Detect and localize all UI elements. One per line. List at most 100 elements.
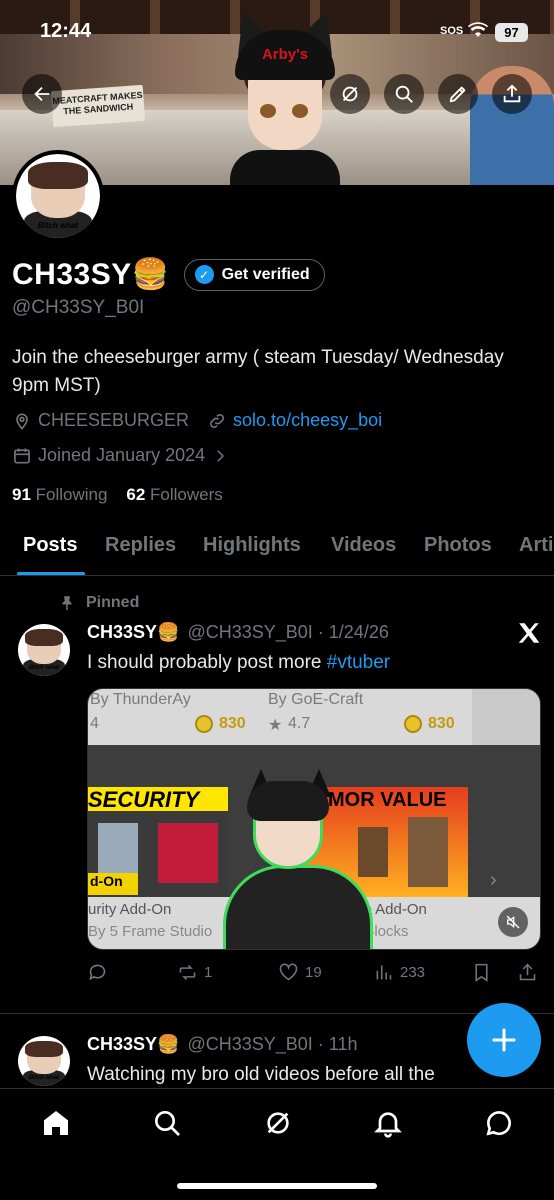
- media-right-rating: 4.7: [288, 715, 311, 732]
- views-icon: [376, 965, 392, 980]
- mute-icon: [506, 915, 520, 929]
- nav-grok[interactable]: [262, 1107, 294, 1139]
- home-icon: [44, 1111, 68, 1135]
- tab-replies[interactable]: Replies: [105, 534, 176, 557]
- status-sos: SOS: [440, 25, 464, 37]
- grok-button[interactable]: [330, 74, 370, 114]
- media-left-rating: 4: [90, 715, 99, 732]
- pinned-indicator: Pinned: [58, 594, 139, 612]
- edit-button[interactable]: [438, 74, 478, 114]
- chevron-right-icon: [217, 449, 225, 462]
- back-button[interactable]: [22, 74, 62, 114]
- post-header: CH33SY🍔 @CH33SY_B0I · 1/24/26: [87, 622, 389, 643]
- view-count: 233: [400, 964, 426, 981]
- avatar-caption: Bitch what: [37, 220, 79, 230]
- coin-icon: [404, 715, 422, 733]
- media-left-price: 830: [219, 715, 246, 732]
- post-avatar[interactable]: Bitch what: [18, 1036, 70, 1086]
- repost-count: 1: [204, 964, 213, 981]
- reply-icon: [89, 964, 106, 981]
- profile-handle: @CH33SY_B0I: [12, 297, 145, 318]
- battery-indicator: 97: [495, 23, 528, 42]
- post-media[interactable]: By ThunderAy 4 830 By GoE-Craft ★ 4.7 83…: [87, 688, 541, 950]
- verified-check-icon: ✓: [194, 265, 214, 284]
- post-author-name[interactable]: CH33SY🍔: [87, 1034, 179, 1055]
- x-logo-icon: [518, 623, 540, 643]
- pinned-label: Pinned: [86, 594, 140, 611]
- profile-tabs: Posts Replies Highlights Videos Photos A…: [0, 520, 554, 576]
- media-side-panel: [472, 689, 540, 745]
- media-vtuber-figure: [223, 769, 373, 949]
- grok-icon: [342, 86, 358, 102]
- nav-home[interactable]: [40, 1107, 72, 1139]
- get-verified-label: Get verified: [221, 265, 310, 283]
- post-author-name[interactable]: CH33SY🍔: [87, 622, 179, 643]
- tab-photos[interactable]: Photos: [424, 534, 492, 557]
- reply-button[interactable]: [87, 962, 108, 983]
- profile-bio: Join the cheeseburger army ( steam Tuesd…: [12, 347, 504, 396]
- profile-avatar[interactable]: Bitch what: [12, 150, 104, 242]
- post-text: I should probably post more #vtuber: [87, 652, 391, 673]
- joined-row[interactable]: Joined January 2024: [12, 445, 229, 466]
- pencil-icon: [449, 86, 466, 103]
- repost-button[interactable]: 1: [177, 962, 212, 983]
- status-time: 12:44: [40, 20, 92, 42]
- post-actions: 1 19 233: [87, 962, 541, 988]
- nav-notifications[interactable]: [372, 1107, 404, 1139]
- media-right-price: 830: [428, 715, 455, 732]
- name-row: CH33SY🍔 ✓ Get verified: [12, 257, 325, 292]
- followers-link[interactable]: 62 Followers: [126, 485, 222, 504]
- share-button[interactable]: [492, 74, 532, 114]
- share-post-button[interactable]: [517, 962, 538, 983]
- bell-icon: [374, 1112, 402, 1138]
- tab-articles[interactable]: Arti: [519, 534, 553, 557]
- link-icon: [210, 413, 224, 428]
- search-button[interactable]: [384, 74, 424, 114]
- bookmark-button[interactable]: [471, 962, 492, 983]
- tab-posts[interactable]: Posts: [23, 534, 77, 557]
- post-meta: @CH33SY_B0I · 11h: [187, 1034, 358, 1054]
- nav-messages[interactable]: [483, 1107, 515, 1139]
- search-icon: [395, 85, 413, 103]
- bookmark-icon: [475, 963, 488, 982]
- post-meta: @CH33SY_B0I · 1/24/26: [187, 622, 389, 642]
- pin-icon: [62, 596, 72, 611]
- profile-meta: CHEESEBURGER solo.to/cheesy_boi: [12, 410, 382, 431]
- home-indicator: [177, 1183, 377, 1189]
- media-right-author: By GoE-Craft: [268, 691, 364, 708]
- mute-button[interactable]: [498, 907, 528, 937]
- heart-icon: [279, 963, 298, 981]
- location-icon: [16, 413, 28, 430]
- coin-icon: [195, 715, 213, 733]
- media-next-icon[interactable]: ›: [490, 869, 497, 892]
- tab-videos[interactable]: Videos: [331, 534, 396, 557]
- grok-icon: [267, 1112, 289, 1134]
- post-avatar[interactable]: Bitch what: [18, 624, 70, 676]
- chat-icon: [486, 1111, 511, 1136]
- share-icon: [503, 84, 521, 103]
- media-left-title: urity Add-On: [88, 901, 172, 918]
- tab-highlights[interactable]: Highlights: [203, 534, 301, 557]
- nav-search[interactable]: [151, 1107, 183, 1139]
- hashtag-link[interactable]: #vtuber: [327, 652, 390, 673]
- get-verified-button[interactable]: ✓ Get verified: [183, 258, 325, 291]
- post-divider: [0, 1013, 554, 1014]
- profile-joined: Joined January 2024: [38, 445, 206, 465]
- compose-button[interactable]: [467, 1003, 541, 1077]
- search-icon: [155, 1111, 180, 1136]
- following-link[interactable]: 91 Following: [12, 485, 107, 504]
- like-count: 19: [305, 964, 322, 981]
- like-button[interactable]: 19: [278, 962, 322, 983]
- profile-location: CHEESEBURGER: [38, 410, 190, 430]
- back-arrow-icon: [34, 86, 50, 102]
- star-icon: ★: [268, 717, 283, 734]
- media-left-author: By ThunderAy: [90, 691, 191, 708]
- media-card-security: SECURITY d-On: [88, 787, 228, 897]
- media-left-sub: By 5 Frame Studio: [88, 923, 213, 940]
- follow-stats: 91 Following 62 Followers: [12, 485, 223, 505]
- post-text: Watching my bro old videos before all th…: [87, 1064, 435, 1085]
- plus-icon: [492, 1028, 516, 1052]
- views-button[interactable]: 233: [373, 962, 425, 983]
- status-bar: 12:44 SOS 97: [0, 0, 554, 60]
- profile-website-link[interactable]: solo.to/cheesy_boi: [233, 410, 382, 431]
